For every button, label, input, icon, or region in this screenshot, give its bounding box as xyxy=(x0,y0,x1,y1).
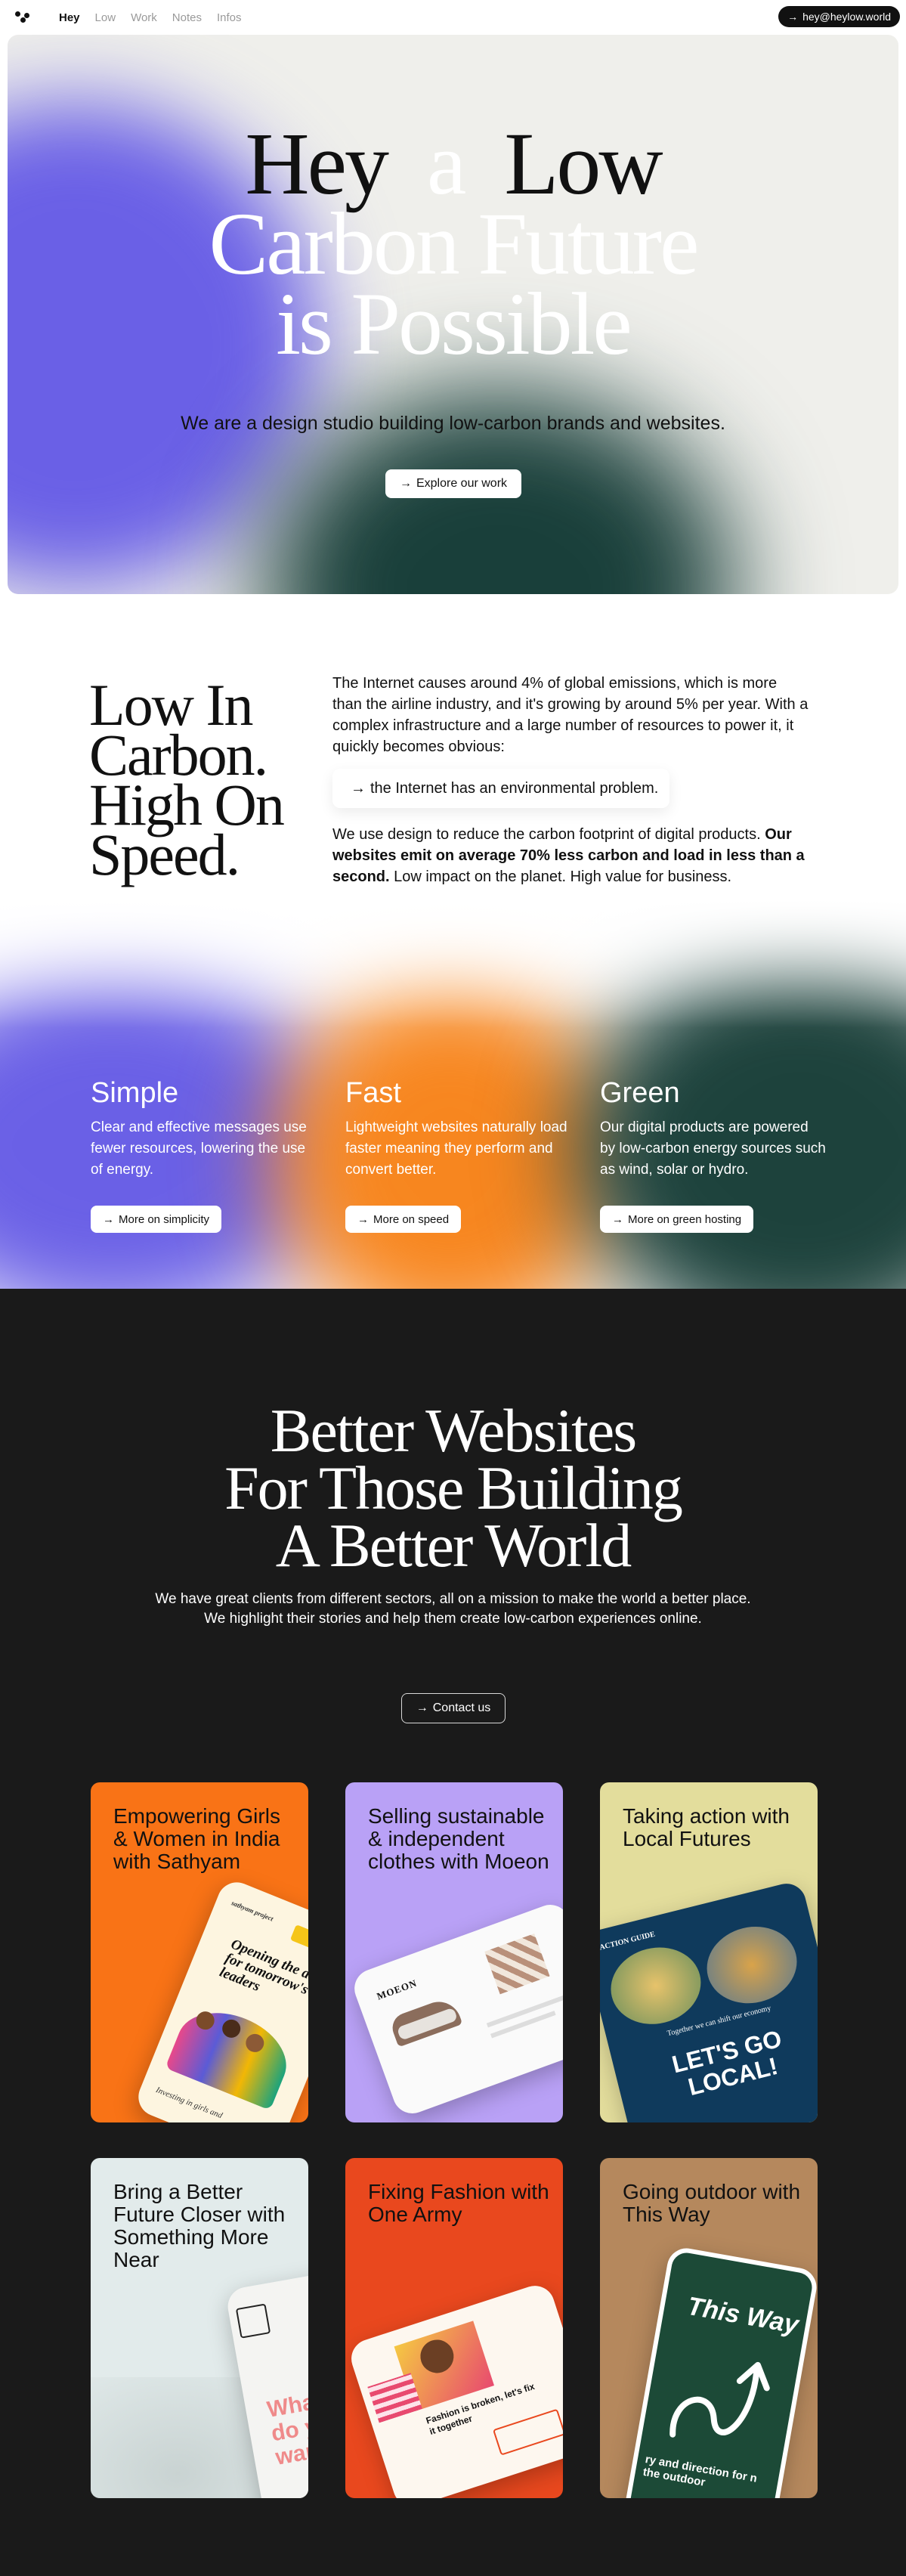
phone-mockup: sathyam project Opening the doors for to… xyxy=(132,1876,308,2122)
feature-text: Clear and effective messages use fewer r… xyxy=(91,1119,307,1178)
feature-text: Our digital products are powered by low-… xyxy=(600,1119,826,1178)
contact-us-button[interactable]: → Contact us xyxy=(401,1693,506,1723)
email-button[interactable]: → hey@heylow.world xyxy=(778,6,900,27)
nav-link-low[interactable]: Low xyxy=(95,11,116,24)
nav-link-notes[interactable]: Notes xyxy=(172,11,202,24)
phone-headline: Wha do y wan xyxy=(264,2389,308,2470)
button-label: More on green hosting xyxy=(628,1212,742,1226)
clients-title-line1: Better Websites xyxy=(270,1396,637,1465)
explore-work-label: Explore our work xyxy=(416,477,508,490)
phone-footer: Investing in girls and xyxy=(154,2085,224,2121)
contact-label: Contact us xyxy=(432,1701,491,1714)
nav-link-work[interactable]: Work xyxy=(131,11,157,24)
client-card-this-way[interactable]: Going outdoor with This Way This Way ry … xyxy=(600,2158,818,2498)
arrow-right-icon: → xyxy=(416,1701,428,1714)
intro-paragraph: The Internet causes around 4% of global … xyxy=(332,675,809,755)
hero-section: Hey a Low Carbon Future is Possible We a… xyxy=(8,35,898,594)
phone-brand: MOEON xyxy=(375,1977,419,2002)
card-title: Fixing Fashion with One Army xyxy=(368,2180,549,2226)
hero-title-line2: Carbon Future xyxy=(209,194,700,293)
intro-quote-text: the Internet has an environmental proble… xyxy=(370,779,659,797)
card-title: Bring a Better Future Closer with Someth… xyxy=(113,2180,286,2271)
phone-footer: ry and direction for n the outdoor xyxy=(642,2453,759,2489)
arrow-right-icon: → xyxy=(612,1212,623,1226)
more-simplicity-button[interactable]: → More on simplicity xyxy=(91,1206,222,1233)
clients-subtitle: We have great clients from different sec… xyxy=(151,1590,755,1629)
phone-brand: sathyam project xyxy=(230,1899,275,1923)
button-label: More on speed xyxy=(373,1212,450,1226)
feature-green: Green Our digital products are powered b… xyxy=(600,1077,827,1181)
client-card-something-more-near[interactable]: Bring a Better Future Closer with Someth… xyxy=(91,2158,308,2498)
nav-link-hey[interactable]: Hey xyxy=(59,11,80,24)
top-nav: Hey Low Work Notes Infos → hey@heylow.wo… xyxy=(0,0,906,35)
client-card-moeon[interactable]: Selling sustainable & independent clothe… xyxy=(345,1782,563,2122)
clients-title-line2: For Those Building xyxy=(224,1454,683,1522)
intro-quote-card: → the Internet has an environmental prob… xyxy=(332,769,669,808)
arrow-right-icon: → xyxy=(357,1212,369,1226)
more-green-hosting-button[interactable]: → More on green hosting xyxy=(600,1206,754,1233)
phone-mockup: Fashion is broken, let's fix it together xyxy=(346,2280,563,2498)
nav-links: Hey Low Work Notes Infos xyxy=(59,11,242,24)
clients-sub-line2: We highlight their stories and help them… xyxy=(204,1611,702,1627)
hero-subtitle: We are a design studio building low-carb… xyxy=(181,413,725,434)
phone-mockup: This Way ry and direction for n the outd… xyxy=(622,2245,818,2498)
card-title: Selling sustainable & independent clothe… xyxy=(368,1804,549,1873)
logo-icon[interactable] xyxy=(15,11,32,23)
feature-title: Fast xyxy=(345,1077,401,1109)
card-title: Taking action with Local Futures xyxy=(623,1804,790,1850)
explore-work-button[interactable]: → Explore our work xyxy=(385,469,521,498)
intro-p2-c: Low impact on the planet. High value for… xyxy=(394,868,732,885)
arrow-right-icon: → xyxy=(103,1212,114,1226)
hero-title: Hey a Low Carbon Future is Possible xyxy=(8,119,898,373)
intro-title: Low In Carbon. High On Speed. xyxy=(89,672,285,887)
feature-text: Lightweight websites naturally load fast… xyxy=(345,1119,567,1178)
phone-headline: Opening the doors for tomorrow's leaders xyxy=(217,1936,308,1999)
client-card-local-futures[interactable]: Taking action with Local Futures ACTION … xyxy=(600,1782,818,2122)
clients-title-line3: A Better World xyxy=(275,1511,632,1580)
email-label: hey@heylow.world xyxy=(802,11,891,23)
hero-title-line3: is Possible xyxy=(276,274,632,373)
feature-title: Green xyxy=(600,1077,680,1109)
phone-mockup: MOEON xyxy=(348,1899,563,2119)
client-card-one-army[interactable]: Fixing Fashion with One Army Fashion is … xyxy=(345,2158,563,2498)
nav-link-infos[interactable]: Infos xyxy=(217,11,242,24)
clients-sub-line1: We have great clients from different sec… xyxy=(155,1591,751,1607)
card-title: Empowering Girls & Women in India with S… xyxy=(113,1804,280,1873)
phone-mockup: ACTION GUIDE Together we can shift our e… xyxy=(600,1879,818,2122)
card-title: Going outdoor with This Way xyxy=(623,2180,801,2226)
arrow-right-icon: → xyxy=(399,477,412,490)
clients-title: Better Websites For Those Building A Bet… xyxy=(0,1396,906,1580)
feature-fast: Fast Lightweight websites naturally load… xyxy=(345,1077,572,1181)
feature-title: Simple xyxy=(91,1077,179,1109)
intro-p2-a: We use design to reduce the carbon footp… xyxy=(332,826,761,843)
fade-overlay xyxy=(0,899,906,1028)
more-speed-button[interactable]: → More on speed xyxy=(345,1206,462,1233)
intro-paragraph-2: We use design to reduce the carbon footp… xyxy=(332,824,809,887)
button-label: More on simplicity xyxy=(119,1212,210,1226)
feature-simple: Simple Clear and effective messages use … xyxy=(91,1077,317,1181)
client-card-sathyam[interactable]: Empowering Girls & Women in India with S… xyxy=(91,1782,308,2122)
arrow-right-icon: → xyxy=(787,11,799,23)
arrow-swirl-icon xyxy=(669,2361,770,2438)
arrow-right-icon: → xyxy=(351,779,366,797)
